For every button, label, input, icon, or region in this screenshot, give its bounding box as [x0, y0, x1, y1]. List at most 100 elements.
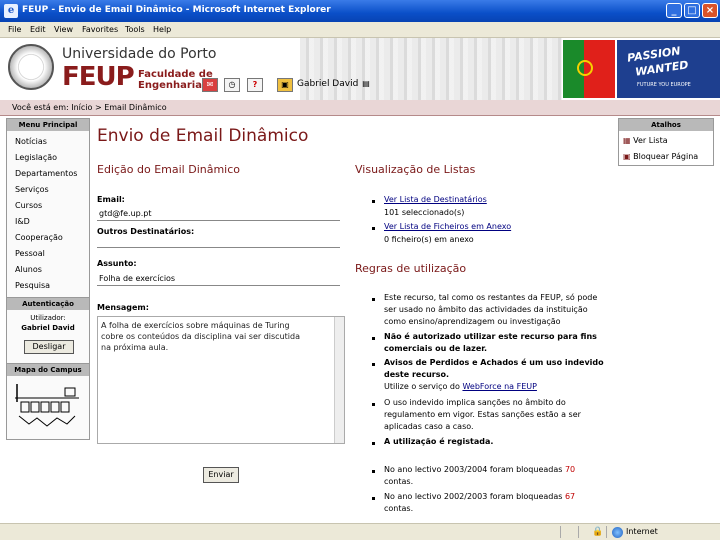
recipients-count: 101 seleccionado(s): [384, 208, 465, 217]
rule-2-line: comerciais ou de lazer.: [384, 344, 488, 353]
bullet: [372, 298, 375, 301]
auth-title: Autenticação: [7, 298, 89, 310]
university-seal: [8, 44, 54, 90]
rules-section-title: Regras de utilização: [355, 262, 467, 275]
portugal-flag: [563, 40, 615, 98]
breadcrumb-bar: Você está em: Início > Email Dinâmico: [0, 100, 720, 116]
menu-edit[interactable]: Edit: [30, 25, 46, 34]
shortcuts-title: Atalhos: [619, 119, 713, 131]
shortcut-view-list[interactable]: ▦ Ver Lista: [623, 136, 668, 145]
message-label: Mensagem:: [97, 303, 149, 312]
bullet: [372, 337, 375, 340]
email-label: Email:: [97, 195, 125, 204]
rule-4-line: O uso indevido implica sanções no âmbito…: [384, 398, 566, 407]
menu-file[interactable]: File: [8, 25, 21, 34]
sidebar-item-legislacao[interactable]: Legislação: [15, 153, 57, 162]
minimize-button[interactable]: _: [666, 3, 682, 18]
sidebar-item-cooperacao[interactable]: Cooperação: [15, 233, 63, 242]
shortcut-label: Ver Lista: [633, 136, 668, 145]
promo-banner[interactable]: PASSION WANTED FUTURE YOU EUROPE: [617, 40, 720, 98]
rule-7-line: No ano lectivo 2002/2003 foram bloqueada…: [384, 492, 575, 501]
message-line: na próxima aula.: [101, 343, 169, 352]
clock-icon[interactable]: ◷: [224, 78, 240, 92]
recipients-link[interactable]: Ver Lista de Destinatários: [384, 195, 487, 204]
menu-view[interactable]: View: [54, 25, 73, 34]
bullet: [372, 442, 375, 445]
bullet: [372, 363, 375, 366]
status-bar: 🔒 Internet: [0, 523, 720, 540]
menu-title: Menu Principal: [7, 119, 89, 131]
recipients-link-row: Ver Lista de Destinatários: [384, 195, 487, 204]
sidebar-item-noticias[interactable]: Notícias: [15, 137, 47, 146]
attachments-link[interactable]: Ver Lista de Ficheiros em Anexo: [384, 222, 511, 231]
window-title: FEUP - Envio de Email Dinâmico - Microso…: [22, 5, 331, 15]
rule-4-line: aplicadas caso a caso.: [384, 422, 474, 431]
rule-7-count: 67: [564, 492, 576, 501]
status-divider: [606, 526, 607, 538]
lock-status-icon: 🔒: [592, 527, 604, 537]
sidebar-item-pessoal[interactable]: Pessoal: [15, 249, 45, 258]
send-button[interactable]: Enviar: [203, 467, 239, 483]
ie-icon: e: [4, 4, 18, 18]
message-textarea[interactable]: A folha de exercícios sobre máquinas de …: [97, 316, 345, 444]
rule-7-prefix: No ano lectivo 2002/2003 foram bloqueada…: [384, 492, 565, 501]
logout-button[interactable]: Desligar: [24, 340, 74, 354]
bullet: [372, 470, 375, 473]
shortcut-block-page[interactable]: ▣ Bloquear Página: [623, 152, 698, 161]
help-icon[interactable]: ?: [247, 78, 263, 92]
sidebar-item-id[interactable]: I&D: [15, 217, 30, 226]
faculty-logo: FEUP: [62, 62, 135, 92]
bullet: [372, 200, 375, 203]
internet-zone-icon: [612, 527, 623, 538]
menu-bar: File Edit View Favorites Tools Help: [0, 22, 720, 38]
sidebar-item-cursos[interactable]: Cursos: [15, 201, 42, 210]
rule-3-link-row: Utilize o serviço do WebForce na FEUP: [384, 382, 537, 391]
logged-user[interactable]: Gabriel David: [297, 79, 358, 89]
sidebar-item-alunos[interactable]: Alunos: [15, 265, 42, 274]
lock-icon[interactable]: ▣: [277, 78, 293, 92]
promo-line3: FUTURE YOU EUROPE: [637, 82, 691, 88]
header-photo: [300, 38, 562, 100]
list-icon: ▦: [623, 136, 631, 145]
id-card-icon[interactable]: ▤: [358, 78, 374, 92]
zone-label: Internet: [626, 527, 658, 536]
message-line: cobre os conteúdos da disciplina vai ser…: [101, 332, 300, 341]
menu-favorites[interactable]: Favorites: [82, 25, 118, 34]
subject-field[interactable]: Folha de exercícios: [97, 273, 340, 286]
email-field[interactable]: gtd@fe.up.pt: [97, 208, 340, 221]
menu-help[interactable]: Help: [153, 25, 171, 34]
others-field[interactable]: [97, 235, 340, 248]
window-titlebar: e FEUP - Envio de Email Dinâmico - Micro…: [0, 0, 720, 22]
block-icon: ▣: [623, 152, 631, 161]
sidebar-item-pesquisa[interactable]: Pesquisa: [15, 281, 50, 290]
bullet: [372, 403, 375, 406]
shortcuts-panel: Atalhos ▦ Ver Lista ▣ Bloquear Página: [618, 118, 714, 166]
sidebar-item-servicos[interactable]: Serviços: [15, 185, 49, 194]
maximize-button[interactable]: □: [684, 3, 700, 18]
textarea-scrollbar[interactable]: [334, 317, 344, 443]
rule-6-count: 70: [564, 465, 576, 474]
page-title: Envio de Email Dinâmico: [97, 126, 309, 146]
rule-2-line: Não é autorizado utilizar este recurso p…: [384, 332, 597, 341]
sidebar-item-departamentos[interactable]: Departamentos: [15, 169, 77, 178]
lists-section-title: Visualização de Listas: [355, 163, 476, 176]
bullet: [372, 497, 375, 500]
close-button[interactable]: ×: [702, 3, 718, 18]
campus-map-box: Mapa do Campus: [7, 363, 89, 427]
breadcrumb[interactable]: Você está em: Início > Email Dinâmico: [12, 103, 167, 112]
message-line: A folha de exercícios sobre máquinas de …: [101, 321, 290, 330]
mail-icon[interactable]: ✉: [202, 78, 218, 92]
attachments-count: 0 ficheiro(s) em anexo: [384, 235, 474, 244]
rule-7-suffix: contas.: [384, 504, 414, 513]
rule-1-line: Este recurso, tal como os restantes da F…: [384, 293, 598, 302]
subject-label: Assunto:: [97, 259, 137, 268]
rule-4-line: regulamento em vigor. Estas sanções estã…: [384, 410, 581, 419]
auth-user: Gabriel David: [21, 324, 75, 332]
shortcut-label: Bloquear Página: [633, 152, 699, 161]
auth-box: Autenticação Utilizador: Gabriel David D…: [7, 297, 89, 354]
menu-tools[interactable]: Tools: [125, 25, 145, 34]
webforce-link[interactable]: WebForce na FEUP: [462, 382, 536, 391]
rule-3-line: Avisos de Perdidos e Achados é um uso in…: [384, 358, 604, 367]
campus-map[interactable]: [15, 380, 81, 430]
status-divider: [560, 526, 561, 538]
